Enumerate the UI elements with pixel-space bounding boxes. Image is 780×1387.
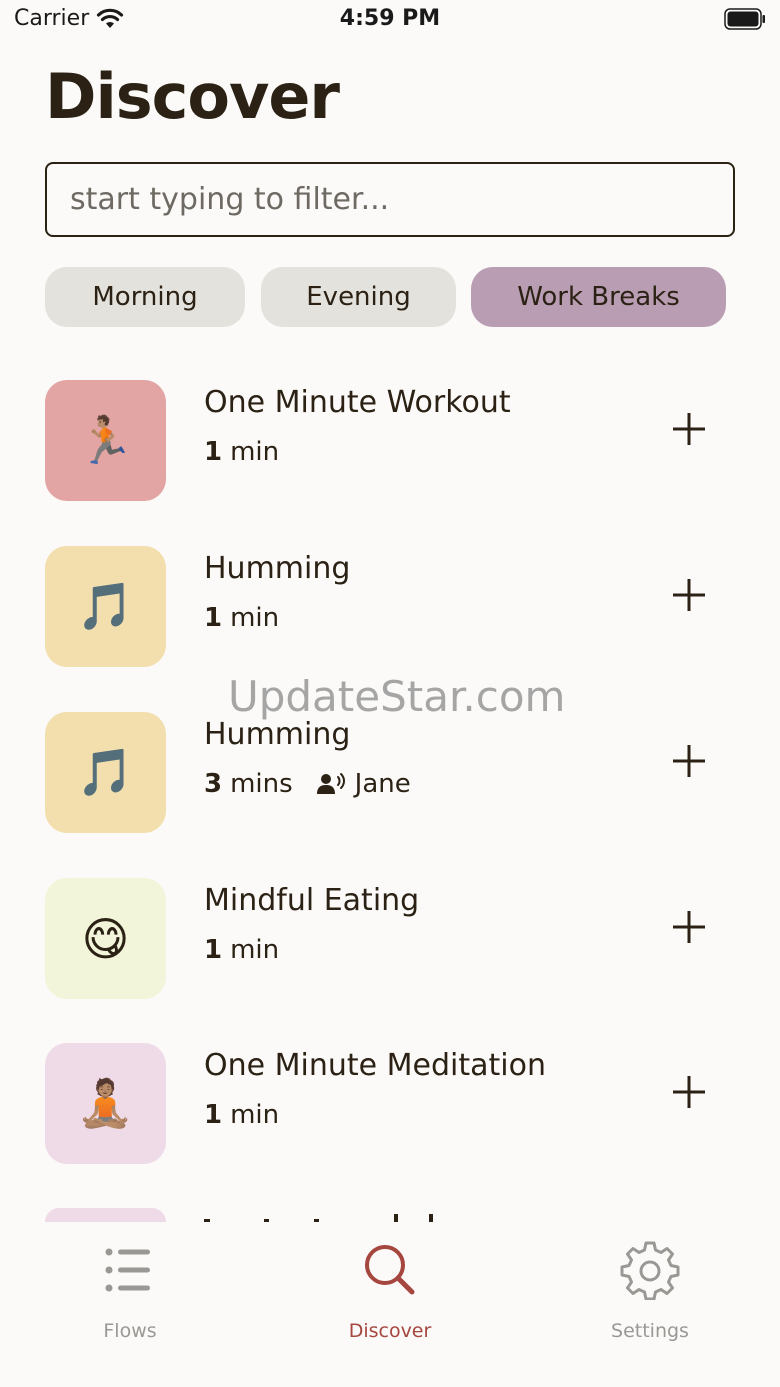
flow-title: Mindful Eating (204, 883, 420, 918)
add-icon[interactable] (668, 1071, 710, 1113)
narrator-name: Jane (354, 769, 411, 799)
filter-chip-label: Morning (92, 282, 198, 312)
flow-meta: 1 min (204, 1100, 279, 1130)
tab-discover[interactable]: Discover (260, 1222, 520, 1352)
page-title: Discover (45, 60, 340, 133)
flow-title-partial (204, 1214, 433, 1222)
flow-meta: 1 min (204, 603, 279, 633)
flow-item[interactable]: 🎵 Humming 3 mins Jane (0, 712, 780, 834)
flow-title: Humming (204, 717, 351, 752)
flow-item[interactable]: 😋 Mindful Eating 1 min (0, 878, 780, 1000)
narrator: Jane (316, 769, 411, 799)
flow-duration-unit: min (230, 437, 280, 467)
battery-icon (724, 8, 765, 30)
flow-thumbnail: 🎵 (45, 712, 166, 833)
flow-item[interactable]: 🧘🏽 One Minute Meditation 1 min (0, 1043, 780, 1165)
flow-duration-unit: mins (230, 769, 293, 799)
flow-duration: 3 (204, 769, 223, 799)
tab-label: Settings (611, 1320, 689, 1342)
flow-item[interactable]: 🎵 Humming 1 min (0, 546, 780, 668)
add-icon[interactable] (668, 574, 710, 616)
tab-label: Flows (103, 1320, 157, 1342)
add-icon[interactable] (668, 408, 710, 450)
status-bar: Carrier 4:59 PM (0, 0, 780, 40)
flow-thumbnail-partial (45, 1208, 166, 1222)
tab-label: Discover (348, 1320, 432, 1342)
watermark: UpdateStar.com (228, 672, 566, 721)
filter-chip-evening[interactable]: Evening (261, 267, 456, 327)
yum-face-icon: 😋 (81, 911, 130, 966)
filter-chip-morning[interactable]: Morning (45, 267, 245, 327)
status-time: 4:59 PM (339, 6, 441, 31)
flow-title: One Minute Workout (204, 385, 511, 420)
flow-thumbnail: 😋 (45, 878, 166, 999)
flow-duration: 1 (204, 603, 223, 633)
runner-icon: 🏃🏽 (76, 413, 135, 467)
filter-chip-label: Evening (306, 282, 411, 312)
flow-meta: 1 min (204, 437, 279, 467)
flow-title: Humming (204, 551, 351, 586)
music-note-icon: 🎵 (76, 579, 135, 633)
tab-bar: Flows Discover Settings (0, 1222, 780, 1387)
search-input[interactable] (45, 162, 735, 237)
flow-duration: 1 (204, 437, 223, 467)
flow-duration-unit: min (230, 1100, 280, 1130)
flow-meta: 3 mins Jane (204, 769, 411, 799)
flow-thumbnail: 🏃🏽 (45, 380, 166, 501)
list-icon (105, 1248, 150, 1292)
filter-chip-work-breaks[interactable]: Work Breaks (471, 267, 726, 327)
flow-duration-unit: min (230, 935, 280, 965)
search-icon (365, 1245, 415, 1295)
flow-meta: 1 min (204, 935, 279, 965)
narrator-voice-icon (316, 773, 345, 794)
flow-thumbnail: 🎵 (45, 546, 166, 667)
meditation-icon: 🧘🏽 (76, 1076, 135, 1130)
gear-icon (620, 1241, 680, 1300)
filter-chip-label: Work Breaks (517, 282, 680, 312)
flow-thumbnail: 🧘🏽 (45, 1043, 166, 1164)
flow-duration: 1 (204, 1100, 223, 1130)
flow-item[interactable]: 🏃🏽 One Minute Workout 1 min (0, 380, 780, 502)
add-icon[interactable] (668, 740, 710, 782)
tab-settings[interactable]: Settings (520, 1222, 780, 1352)
music-note-icon: 🎵 (76, 745, 135, 799)
flow-title: One Minute Meditation (204, 1048, 546, 1083)
tab-flows[interactable]: Flows (0, 1222, 260, 1352)
flow-duration: 1 (204, 935, 223, 965)
flow-duration-unit: min (230, 603, 280, 633)
add-icon[interactable] (668, 906, 710, 948)
